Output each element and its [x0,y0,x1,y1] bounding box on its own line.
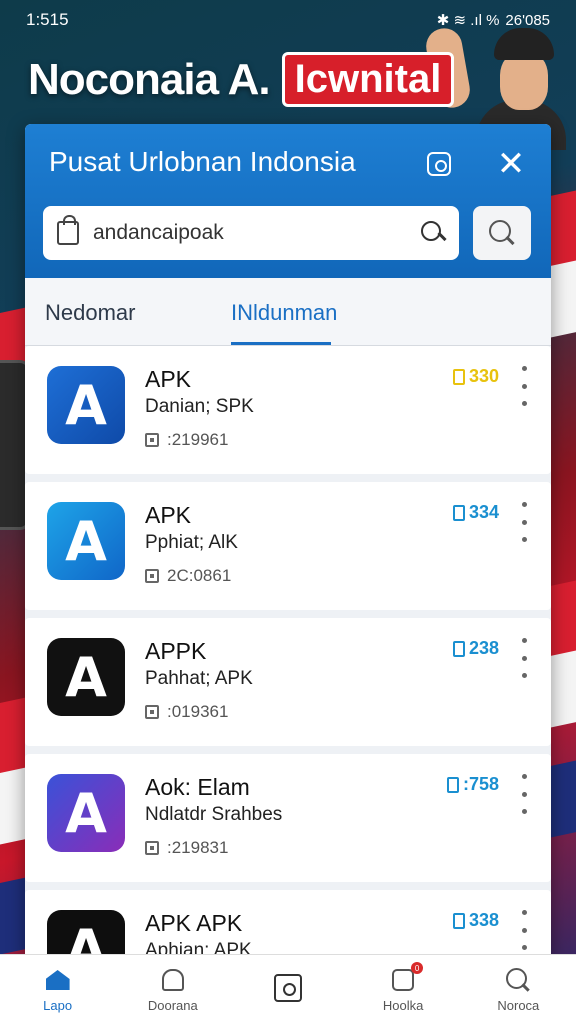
bag-icon [57,215,79,245]
tab-nedomar[interactable]: Nedomar [45,300,135,326]
status-icons: ✱ ≋ .ıl % [436,12,500,29]
list-item[interactable]: A APK Danian; SPK :219961 330 [25,346,551,474]
app-panel: Pusat Urlobnan Indonsia ✕ Nedomar INldun… [25,124,551,960]
nav-label: Doorana [147,998,198,1013]
list-item[interactable]: A APPK Pahhat; APK :019361 238 [25,618,551,746]
app-name: APPK [145,638,207,664]
app-subtitle: Danian; SPK [145,396,254,417]
download-icon [452,640,465,657]
app-meta: :019361 [145,702,228,722]
download-icon [452,368,465,385]
app-name: Aok: Elam [145,774,250,800]
nav-label: Lapo [43,998,73,1013]
list-item[interactable]: A APK Pphiat; AlK 2C:0861 334 [25,482,551,610]
app-icon: A [47,502,125,580]
more-options-button[interactable] [515,502,533,542]
nav-noroca[interactable]: Noroca [468,966,568,1013]
chat-icon [392,969,415,991]
size-icon [145,705,159,719]
notification-badge: 0 [411,962,424,974]
tab-indunman[interactable]: INldunman [231,300,337,326]
app-list: A APK Danian; SPK :219961 330 A APK Pphi… [25,346,551,960]
more-options-button[interactable] [515,774,533,814]
search-field[interactable] [43,206,459,260]
tab-bar: Nedomar INldunman [25,278,551,346]
headline: Noconaia A. Icwnital [28,52,455,107]
app-icon: A [47,638,125,716]
app-subtitle: Pphiat; AlK [145,532,238,553]
home-icon [45,970,70,990]
more-options-button[interactable] [515,366,533,406]
download-icon [452,504,465,521]
search-input[interactable] [93,221,403,245]
nav-label: Hoolka [382,998,424,1013]
nav-camera[interactable] [238,973,338,1006]
app-badge: :758 [446,774,499,795]
person-search-icon[interactable] [417,219,445,247]
app-badge: 338 [452,910,499,931]
search-icon [489,220,515,246]
status-bar: 1:515 ✱ ≋ .ıl % 26'085 [0,0,576,40]
size-icon [145,433,159,447]
active-tab-indicator [231,342,331,345]
app-icon: A [47,774,125,852]
app-badge: 330 [452,366,499,387]
app-subtitle: Pahhat; APK [145,668,253,689]
camera-button[interactable] [419,144,459,184]
bottom-nav: Lapo Doorana 0 Hoolka Noroca [0,954,576,1024]
app-badge: 238 [452,638,499,659]
search-icon [506,968,530,992]
nav-home[interactable]: Lapo [8,966,108,1013]
app-meta: :219831 [145,838,228,858]
app-subtitle: Ndlatdr Srahbes [145,804,283,825]
size-icon [145,569,159,583]
close-icon: ✕ [496,145,526,183]
headline-badge: Icwnital [281,52,455,107]
panel-header: Pusat Urlobnan Indonsia ✕ [25,124,551,278]
more-options-button[interactable] [515,638,533,678]
battery-level: 26'085 [505,11,550,29]
size-icon [145,841,159,855]
close-button[interactable]: ✕ [491,144,531,184]
download-icon [452,912,465,929]
app-icon: A [47,910,125,960]
list-item[interactable]: A Aok: Elam Ndlatdr Srahbes :219831 :758 [25,754,551,882]
app-name: APK [145,502,192,528]
app-badge: 334 [452,502,499,523]
app-meta: 2C:0861 [145,566,231,586]
camera-icon [427,152,451,176]
app-icon: A [47,366,125,444]
nav-doorana[interactable]: Doorana [123,966,223,1013]
nav-hoolka[interactable]: 0 Hoolka [353,962,453,1013]
nav-label: Noroca [497,998,540,1013]
bell-icon [161,969,184,991]
headline-text: Noconaia A. [28,54,271,104]
download-icon [446,776,459,793]
panel-title: Pusat Urlobnan Indonsia [49,146,356,177]
more-options-button[interactable] [515,910,533,950]
status-time: 1:515 [26,10,69,29]
camera-icon [273,973,302,1002]
search-button[interactable] [473,206,531,260]
list-item[interactable]: A APK APK Aphian: APK 338 [25,890,551,960]
app-meta: :219961 [145,430,228,450]
app-name: APK [145,366,192,392]
app-name: APK APK [145,910,243,936]
